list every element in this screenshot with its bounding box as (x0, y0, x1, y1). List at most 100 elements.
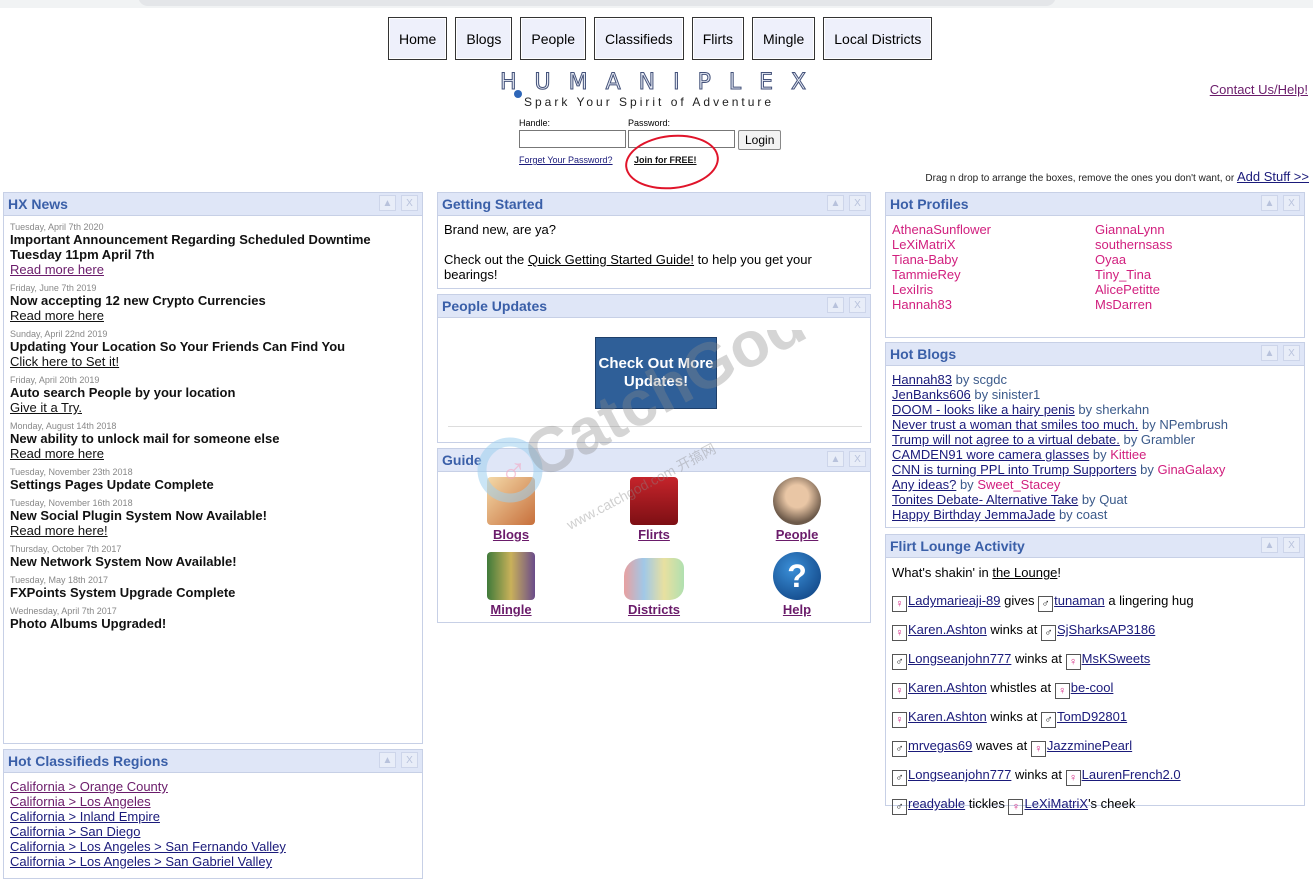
profile-link[interactable]: AlicePetitte (1095, 282, 1172, 297)
news-link[interactable]: Give it a Try. (10, 400, 416, 415)
forgot-password-link[interactable]: Forget Your Password? (519, 155, 613, 165)
blog-title-link[interactable]: Any ideas? (892, 477, 956, 492)
box-header[interactable]: Hot Blogs ▲ X (886, 343, 1304, 366)
collapse-icon[interactable]: ▲ (379, 195, 396, 211)
guide-help-link[interactable]: Help (757, 602, 837, 617)
blog-title-link[interactable]: Hannah83 (892, 372, 952, 387)
close-icon[interactable]: X (401, 752, 418, 768)
collapse-icon[interactable]: ▲ (827, 297, 844, 313)
flirt-user-link[interactable]: LeXiMatriX (1024, 796, 1088, 811)
profile-link[interactable]: AthenaSunflower (892, 222, 991, 237)
guide-blogs-link[interactable]: Blogs (471, 527, 551, 542)
close-icon[interactable]: X (1283, 537, 1300, 553)
nav-people[interactable]: People (520, 17, 586, 60)
flirt-user-link[interactable]: readyable (908, 796, 965, 811)
box-header[interactable]: Hot Profiles ▲ X (886, 193, 1304, 216)
blog-author-link[interactable]: Sweet_Stacey (977, 477, 1060, 492)
box-header[interactable]: Guide ▲ X (438, 449, 870, 472)
blog-title-link[interactable]: Trump will not agree to a virtual debate… (892, 432, 1120, 447)
flirt-user-link[interactable]: Longseanjohn777 (908, 767, 1011, 782)
close-icon[interactable]: X (1283, 195, 1300, 211)
flirt-user-link[interactable]: SjSharksAP3186 (1057, 622, 1155, 637)
profile-link[interactable]: LexiIris (892, 282, 991, 297)
close-icon[interactable]: X (401, 195, 418, 211)
profile-link[interactable]: GiannaLynn (1095, 222, 1172, 237)
flirt-user-link[interactable]: mrvegas69 (908, 738, 972, 753)
blog-title-link[interactable]: Never trust a woman that smiles too much… (892, 417, 1138, 432)
profile-link[interactable]: TammieRey (892, 267, 991, 282)
nav-blogs[interactable]: Blogs (455, 17, 513, 60)
site-logo[interactable]: HUMANIPLEX Spark Your Spirit of Adventur… (499, 70, 806, 110)
login-button[interactable]: Login (738, 130, 782, 150)
blog-title-link[interactable]: Happy Birthday JemmaJade (892, 507, 1055, 522)
classified-region-link[interactable]: California > San Diego (10, 824, 416, 839)
flirt-user-link[interactable]: JazzminePearl (1047, 738, 1132, 753)
guide-flirts[interactable]: Flirts (614, 477, 694, 542)
collapse-icon[interactable]: ▲ (1261, 195, 1278, 211)
news-link[interactable]: Read more here (10, 262, 416, 277)
collapse-icon[interactable]: ▲ (1261, 537, 1278, 553)
profile-link[interactable]: MsDarren (1095, 297, 1172, 312)
profile-link[interactable]: LeXiMatriX (892, 237, 991, 252)
collapse-icon[interactable]: ▲ (827, 195, 844, 211)
blog-title-link[interactable]: JenBanks606 (892, 387, 971, 402)
contact-help-link[interactable]: Contact Us/Help! (1210, 82, 1308, 97)
box-header[interactable]: Hot Classifieds Regions ▲ X (4, 750, 422, 773)
classified-region-link[interactable]: California > Los Angeles (10, 794, 416, 809)
nav-mingle[interactable]: Mingle (752, 17, 816, 60)
profile-link[interactable]: Tiny_Tina (1095, 267, 1172, 282)
close-icon[interactable]: X (1283, 345, 1300, 361)
news-link[interactable]: Read more here (10, 446, 416, 461)
blog-title-link[interactable]: DOOM - looks like a hairy penis (892, 402, 1075, 417)
flirt-user-link[interactable]: tunaman (1054, 593, 1105, 608)
flirt-user-link[interactable]: Karen.Ashton (908, 709, 987, 724)
flirt-user-link[interactable]: be-cool (1071, 680, 1114, 695)
profile-link[interactable]: southernsass (1095, 237, 1172, 252)
guide-flirts-link[interactable]: Flirts (614, 527, 694, 542)
blog-title-link[interactable]: CAMDEN91 wore camera glasses (892, 447, 1089, 462)
news-link[interactable]: Read more here! (10, 523, 416, 538)
news-link[interactable]: Read more here (10, 308, 416, 323)
collapse-icon[interactable]: ▲ (379, 752, 396, 768)
blog-author-link[interactable]: coast (1076, 507, 1107, 522)
news-link[interactable]: Click here to Set it! (10, 354, 416, 369)
collapse-icon[interactable]: ▲ (1261, 345, 1278, 361)
blog-author-link[interactable]: Grambler (1141, 432, 1195, 447)
flirt-user-link[interactable]: MsKSweets (1082, 651, 1151, 666)
box-header[interactable]: Flirt Lounge Activity ▲ X (886, 535, 1304, 558)
blog-author-link[interactable]: Kittiee (1110, 447, 1146, 462)
box-header[interactable]: Getting Started ▲ X (438, 193, 870, 216)
profile-link[interactable]: Oyaa (1095, 252, 1172, 267)
address-bar[interactable] (138, 0, 1056, 6)
classified-region-link[interactable]: California > Los Angeles > San Fernando … (10, 839, 416, 854)
flirt-user-link[interactable]: Karen.Ashton (908, 680, 987, 695)
collapse-icon[interactable]: ▲ (827, 451, 844, 467)
flirt-user-link[interactable]: TomD92801 (1057, 709, 1127, 724)
classified-region-link[interactable]: California > Inland Empire (10, 809, 416, 824)
flirt-user-link[interactable]: Ladymarieaji-89 (908, 593, 1001, 608)
guide-help[interactable]: ? Help (757, 552, 837, 617)
guide-districts[interactable]: Districts (614, 552, 694, 617)
blog-author-link[interactable]: sherkahn (1096, 402, 1149, 417)
quick-guide-link[interactable]: Quick Getting Started Guide! (528, 252, 694, 267)
blog-author-link[interactable]: NPembrush (1159, 417, 1228, 432)
profile-link[interactable]: Tiana-Baby (892, 252, 991, 267)
blog-author-link[interactable]: GinaGalaxy (1157, 462, 1225, 477)
blog-author-link[interactable]: scgdc (973, 372, 1007, 387)
blog-author-link[interactable]: Quat (1099, 492, 1127, 507)
box-header[interactable]: People Updates ▲ X (438, 295, 870, 318)
classified-region-link[interactable]: California > Los Angeles > San Gabriel V… (10, 854, 416, 869)
close-icon[interactable]: X (849, 297, 866, 313)
blog-author-link[interactable]: sinister1 (992, 387, 1040, 402)
check-out-updates-button[interactable]: Check Out More Updates! (595, 337, 717, 409)
guide-blogs[interactable]: Blogs (471, 477, 551, 542)
flirt-user-link[interactable]: Karen.Ashton (908, 622, 987, 637)
lounge-link[interactable]: the Lounge (992, 565, 1057, 580)
nav-classifieds[interactable]: Classifieds (593, 17, 684, 60)
guide-people[interactable]: People (757, 477, 837, 542)
box-header[interactable]: HX News ▲ X (4, 193, 422, 216)
flirt-user-link[interactable]: Longseanjohn777 (908, 651, 1011, 666)
nav-flirts[interactable]: Flirts (691, 17, 745, 60)
close-icon[interactable]: X (849, 451, 866, 467)
blog-title-link[interactable]: CNN is turning PPL into Trump Supporters (892, 462, 1136, 477)
